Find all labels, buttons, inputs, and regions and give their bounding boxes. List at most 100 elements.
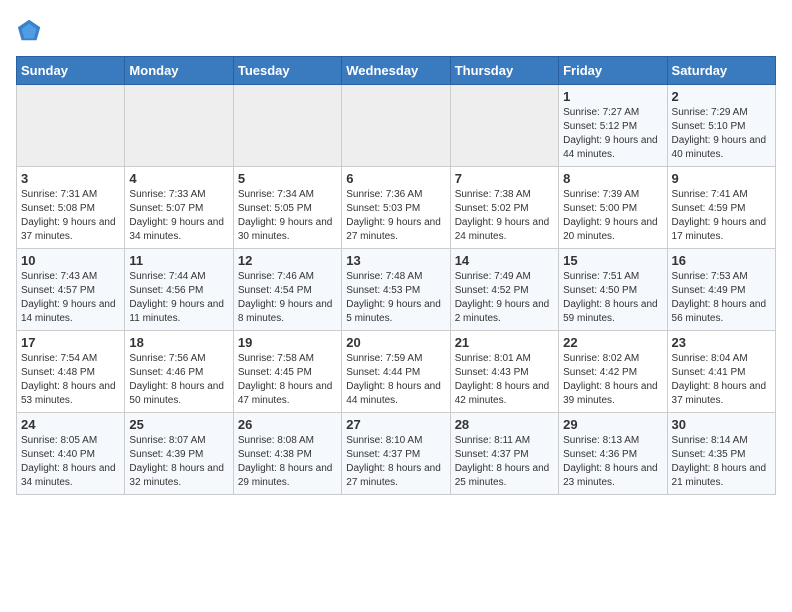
week-row-3: 10 Sunrise: 7:43 AM Sunset: 4:57 PM Dayli…	[17, 249, 776, 331]
day-cell: 20Sunrise: 7:59 AM Sunset: 4:44 PM Dayli…	[342, 331, 450, 413]
day-number: 5	[238, 171, 337, 186]
column-header-sunday: Sunday	[17, 57, 125, 85]
day-detail: Sunrise: 7:43 AM Sunset: 4:57 PM Dayligh…	[21, 270, 120, 326]
day-number: 26	[238, 417, 337, 432]
day-cell: 19 Sunrise: 7:58 AM Sunset: 4:45 PM Dayli…	[233, 331, 341, 413]
calendar-body: 1 Sunrise: 7:27 AM Sunset: 5:12 PM Daylig…	[17, 85, 776, 495]
header-row: SundayMondayTuesdayWednesdayThursdayFrid…	[17, 57, 776, 85]
day-number: 18	[129, 335, 228, 350]
day-detail: Sunrise: 8:11 AM Sunset: 4:37 PM Dayligh…	[455, 434, 554, 490]
day-detail: Sunrise: 8:10 AM Sunset: 4:37 PM Dayligh…	[346, 434, 445, 490]
day-cell: 22Sunrise: 8:02 AM Sunset: 4:42 PM Dayli…	[559, 331, 667, 413]
column-header-tuesday: Tuesday	[233, 57, 341, 85]
day-detail: Sunrise: 8:04 AM Sunset: 4:41 PM Dayligh…	[672, 352, 771, 408]
day-number: 3	[21, 171, 120, 186]
day-detail: Sunrise: 7:27 AM Sunset: 5:12 PM Dayligh…	[563, 106, 662, 162]
day-cell: 18 Sunrise: 7:56 AM Sunset: 4:46 PM Dayli…	[125, 331, 233, 413]
week-row-1: 1 Sunrise: 7:27 AM Sunset: 5:12 PM Daylig…	[17, 85, 776, 167]
day-number: 27	[346, 417, 445, 432]
day-number: 2	[672, 89, 771, 104]
day-number: 28	[455, 417, 554, 432]
day-cell: 10 Sunrise: 7:43 AM Sunset: 4:57 PM Dayli…	[17, 249, 125, 331]
day-number: 13	[346, 253, 445, 268]
column-header-thursday: Thursday	[450, 57, 558, 85]
day-cell: 23 Sunrise: 8:04 AM Sunset: 4:41 PM Dayli…	[667, 331, 775, 413]
calendar-table: SundayMondayTuesdayWednesdayThursdayFrid…	[16, 56, 776, 495]
day-cell: 13Sunrise: 7:48 AM Sunset: 4:53 PM Dayli…	[342, 249, 450, 331]
logo	[16, 16, 48, 44]
day-cell: 2 Sunrise: 7:29 AM Sunset: 5:10 PM Daylig…	[667, 85, 775, 167]
day-number: 23	[672, 335, 771, 350]
day-cell: 3 Sunrise: 7:31 AM Sunset: 5:08 PM Daylig…	[17, 167, 125, 249]
day-number: 24	[21, 417, 120, 432]
day-detail: Sunrise: 7:54 AM Sunset: 4:48 PM Dayligh…	[21, 352, 120, 408]
day-cell: 16 Sunrise: 7:53 AM Sunset: 4:49 PM Dayli…	[667, 249, 775, 331]
day-cell: 7 Sunrise: 7:38 AM Sunset: 5:02 PM Daylig…	[450, 167, 558, 249]
week-row-5: 24 Sunrise: 8:05 AM Sunset: 4:40 PM Dayli…	[17, 413, 776, 495]
day-detail: Sunrise: 7:39 AM Sunset: 5:00 PM Dayligh…	[563, 188, 662, 244]
day-cell: 1 Sunrise: 7:27 AM Sunset: 5:12 PM Daylig…	[559, 85, 667, 167]
day-detail: Sunrise: 8:07 AM Sunset: 4:39 PM Dayligh…	[129, 434, 228, 490]
day-cell	[342, 85, 450, 167]
day-number: 19	[238, 335, 337, 350]
day-cell	[233, 85, 341, 167]
day-number: 7	[455, 171, 554, 186]
day-detail: Sunrise: 7:31 AM Sunset: 5:08 PM Dayligh…	[21, 188, 120, 244]
day-number: 16	[672, 253, 771, 268]
day-detail: Sunrise: 8:01 AM Sunset: 4:43 PM Dayligh…	[455, 352, 554, 408]
day-detail: Sunrise: 7:56 AM Sunset: 4:46 PM Dayligh…	[129, 352, 228, 408]
day-cell: 30 Sunrise: 8:14 AM Sunset: 4:35 PM Dayli…	[667, 413, 775, 495]
day-cell: 11 Sunrise: 7:44 AM Sunset: 4:56 PM Dayli…	[125, 249, 233, 331]
day-number: 4	[129, 171, 228, 186]
column-header-friday: Friday	[559, 57, 667, 85]
day-detail: Sunrise: 7:58 AM Sunset: 4:45 PM Dayligh…	[238, 352, 337, 408]
day-detail: Sunrise: 7:38 AM Sunset: 5:02 PM Dayligh…	[455, 188, 554, 244]
day-detail: Sunrise: 7:29 AM Sunset: 5:10 PM Dayligh…	[672, 106, 771, 162]
calendar-header: SundayMondayTuesdayWednesdayThursdayFrid…	[17, 57, 776, 85]
day-detail: Sunrise: 7:49 AM Sunset: 4:52 PM Dayligh…	[455, 270, 554, 326]
day-number: 25	[129, 417, 228, 432]
day-cell: 14 Sunrise: 7:49 AM Sunset: 4:52 PM Dayli…	[450, 249, 558, 331]
day-cell: 12Sunrise: 7:46 AM Sunset: 4:54 PM Dayli…	[233, 249, 341, 331]
day-number: 9	[672, 171, 771, 186]
day-cell: 9 Sunrise: 7:41 AM Sunset: 4:59 PM Daylig…	[667, 167, 775, 249]
day-cell: 6 Sunrise: 7:36 AM Sunset: 5:03 PM Daylig…	[342, 167, 450, 249]
day-number: 1	[563, 89, 662, 104]
day-cell: 25 Sunrise: 8:07 AM Sunset: 4:39 PM Dayli…	[125, 413, 233, 495]
day-detail: Sunrise: 7:59 AM Sunset: 4:44 PM Dayligh…	[346, 352, 445, 408]
day-number: 14	[455, 253, 554, 268]
day-cell: 21 Sunrise: 8:01 AM Sunset: 4:43 PM Dayli…	[450, 331, 558, 413]
page-header	[16, 16, 776, 44]
day-detail: Sunrise: 7:41 AM Sunset: 4:59 PM Dayligh…	[672, 188, 771, 244]
day-detail: Sunrise: 7:36 AM Sunset: 5:03 PM Dayligh…	[346, 188, 445, 244]
day-cell	[450, 85, 558, 167]
day-number: 6	[346, 171, 445, 186]
day-detail: Sunrise: 7:34 AM Sunset: 5:05 PM Dayligh…	[238, 188, 337, 244]
day-detail: Sunrise: 7:33 AM Sunset: 5:07 PM Dayligh…	[129, 188, 228, 244]
day-number: 30	[672, 417, 771, 432]
day-cell: 8 Sunrise: 7:39 AM Sunset: 5:00 PM Daylig…	[559, 167, 667, 249]
column-header-saturday: Saturday	[667, 57, 775, 85]
day-cell: 29Sunrise: 8:13 AM Sunset: 4:36 PM Dayli…	[559, 413, 667, 495]
day-cell: 26Sunrise: 8:08 AM Sunset: 4:38 PM Dayli…	[233, 413, 341, 495]
day-detail: Sunrise: 8:13 AM Sunset: 4:36 PM Dayligh…	[563, 434, 662, 490]
day-number: 21	[455, 335, 554, 350]
day-number: 15	[563, 253, 662, 268]
day-detail: Sunrise: 8:02 AM Sunset: 4:42 PM Dayligh…	[563, 352, 662, 408]
day-cell: 17 Sunrise: 7:54 AM Sunset: 4:48 PM Dayli…	[17, 331, 125, 413]
day-number: 8	[563, 171, 662, 186]
logo-icon	[16, 16, 44, 44]
day-cell: 24 Sunrise: 8:05 AM Sunset: 4:40 PM Dayli…	[17, 413, 125, 495]
day-detail: Sunrise: 7:51 AM Sunset: 4:50 PM Dayligh…	[563, 270, 662, 326]
day-number: 17	[21, 335, 120, 350]
day-number: 11	[129, 253, 228, 268]
day-detail: Sunrise: 7:53 AM Sunset: 4:49 PM Dayligh…	[672, 270, 771, 326]
day-detail: Sunrise: 7:44 AM Sunset: 4:56 PM Dayligh…	[129, 270, 228, 326]
day-cell: 15 Sunrise: 7:51 AM Sunset: 4:50 PM Dayli…	[559, 249, 667, 331]
day-detail: Sunrise: 8:05 AM Sunset: 4:40 PM Dayligh…	[21, 434, 120, 490]
day-detail: Sunrise: 8:14 AM Sunset: 4:35 PM Dayligh…	[672, 434, 771, 490]
day-number: 10	[21, 253, 120, 268]
day-cell: 27 Sunrise: 8:10 AM Sunset: 4:37 PM Dayli…	[342, 413, 450, 495]
day-cell: 28 Sunrise: 8:11 AM Sunset: 4:37 PM Dayli…	[450, 413, 558, 495]
week-row-4: 17 Sunrise: 7:54 AM Sunset: 4:48 PM Dayli…	[17, 331, 776, 413]
